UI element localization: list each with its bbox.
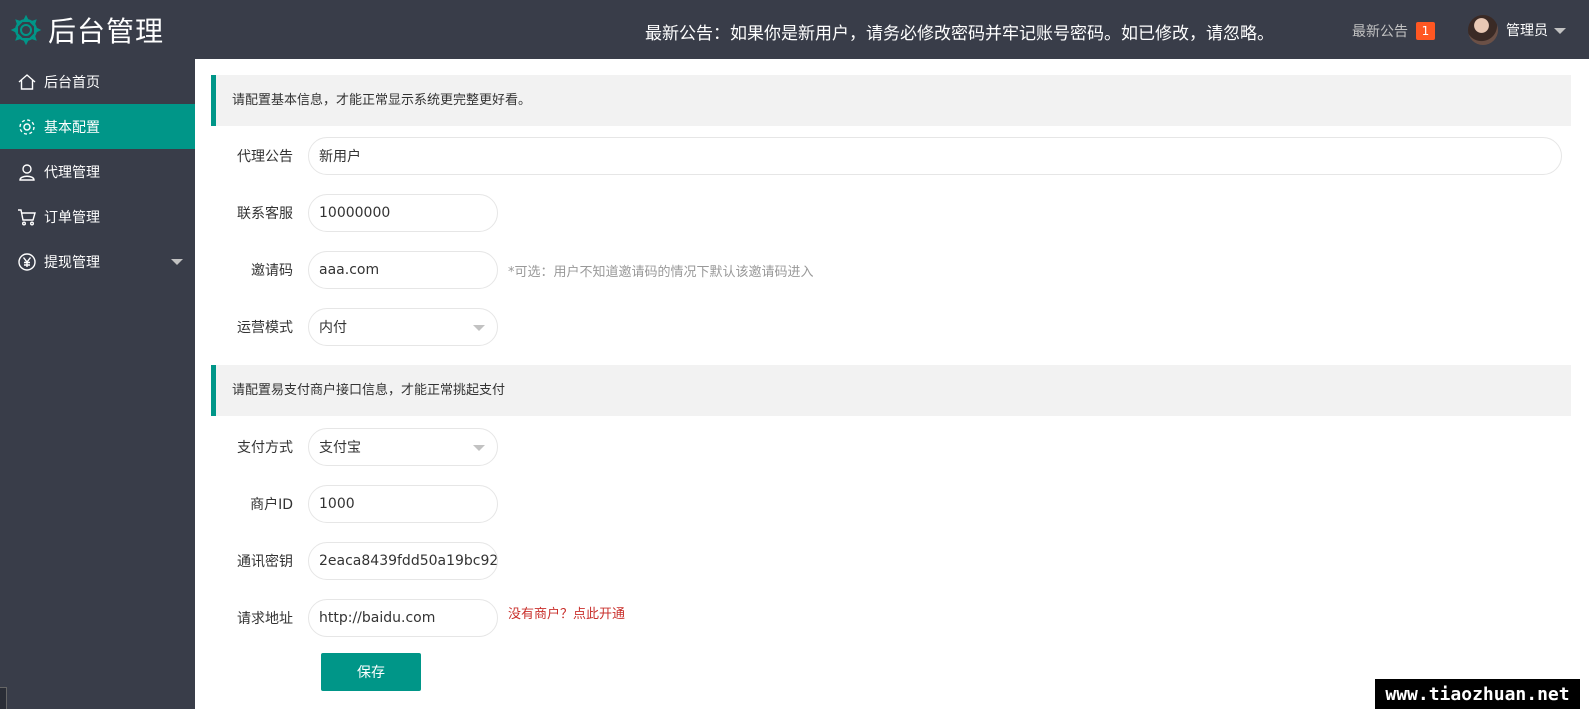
- contact-label: 联系客服: [237, 206, 293, 222]
- sidebar-item-orders[interactable]: 订单管理: [0, 194, 195, 239]
- request-url-input[interactable]: http://baidu.com: [308, 599, 498, 637]
- pay-method-label: 支付方式: [237, 440, 293, 456]
- home-icon: [17, 72, 37, 92]
- operation-mode-select[interactable]: 内付: [308, 308, 498, 346]
- merchant-id-label: 商户ID: [250, 497, 293, 513]
- invite-code-label: 邀请码: [251, 263, 293, 279]
- notice-count-badge: 1: [1416, 22, 1435, 40]
- operation-mode-label: 运营模式: [237, 320, 293, 336]
- chevron-down-icon: [171, 259, 183, 265]
- sidebar-item-label: 提现管理: [44, 254, 100, 271]
- sidebar-handle[interactable]: [0, 687, 7, 709]
- merchant-id-input[interactable]: 1000: [308, 485, 498, 523]
- chevron-down-icon: [1554, 28, 1566, 34]
- secret-key-row: 通讯密钥 2eaca8439fdd50a19bc9248b: [211, 542, 498, 580]
- yuan-icon: [17, 252, 37, 272]
- request-url-label: 请求地址: [237, 611, 293, 627]
- gear-icon: [17, 117, 37, 137]
- sidebar-item-agents[interactable]: 代理管理: [0, 149, 195, 194]
- payment-info-tip: 请配置易支付商户接口信息，才能正常挑起支付: [211, 365, 1571, 416]
- agent-notice-row: 代理公告 新用户: [211, 137, 1562, 175]
- watermark: www.tiaozhuan.net: [1375, 679, 1580, 709]
- chevron-down-icon: [473, 445, 485, 451]
- agent-notice-input[interactable]: 新用户: [308, 137, 1562, 175]
- invite-code-input[interactable]: aaa.com: [308, 251, 498, 289]
- secret-key-label: 通讯密钥: [237, 554, 293, 570]
- agent-notice-label: 代理公告: [237, 149, 293, 165]
- save-button[interactable]: 保存: [321, 653, 421, 691]
- pay-method-select[interactable]: 支付宝: [308, 428, 498, 466]
- merchant-id-row: 商户ID 1000: [211, 485, 498, 523]
- sidebar-item-withdraw[interactable]: 提现管理: [0, 239, 195, 284]
- sidebar-item-label: 订单管理: [44, 209, 100, 226]
- invite-code-hint: *可选：用户不知道邀请码的情况下默认该邀请码进入: [508, 264, 814, 280]
- operation-mode-row: 运营模式 内付: [211, 308, 498, 346]
- sidebar-item-label: 后台首页: [44, 74, 100, 91]
- sidebar-item-basic-config[interactable]: 基本配置: [0, 104, 195, 149]
- app-title: 后台管理: [48, 15, 165, 48]
- sidebar-item-label: 基本配置: [44, 119, 100, 136]
- top-header: 后台管理 最新公告：如果你是新用户，请务必修改密码并牢记账号密码。如已修改，请忽…: [0, 0, 1589, 59]
- operation-mode-value: 内付: [319, 320, 347, 336]
- cart-icon: [17, 207, 37, 227]
- avatar: [1468, 15, 1498, 45]
- sidebar: 后台首页 基本配置 代理管理 订单管理 提现管理: [0, 59, 195, 709]
- basic-info-tip: 请配置基本信息，才能正常显示系统更完整更好看。: [211, 75, 1571, 126]
- chevron-down-icon: [473, 325, 485, 331]
- user-icon: [17, 162, 37, 182]
- pay-method-value: 支付宝: [319, 440, 361, 456]
- sidebar-item-label: 代理管理: [44, 164, 100, 181]
- logo[interactable]: 后台管理: [10, 12, 164, 48]
- header-notice: 最新公告：如果你是新用户，请务必修改密码并牢记账号密码。如已修改，请忽略。: [645, 24, 1274, 44]
- request-url-row: 请求地址 http://baidu.com 没有商户？点此开通: [211, 599, 625, 637]
- invite-code-row: 邀请码 aaa.com *可选：用户不知道邀请码的情况下默认该邀请码进入: [211, 251, 814, 289]
- pay-method-row: 支付方式 支付宝: [211, 428, 498, 466]
- user-menu[interactable]: 管理员: [1468, 15, 1566, 45]
- latest-notice-link[interactable]: 最新公告 1: [1352, 21, 1435, 41]
- latest-notice-label: 最新公告: [1352, 24, 1408, 40]
- user-name: 管理员: [1506, 23, 1548, 39]
- contact-input[interactable]: 10000000: [308, 194, 498, 232]
- secret-key-input[interactable]: 2eaca8439fdd50a19bc9248b: [308, 542, 498, 580]
- open-merchant-link[interactable]: 没有商户？点此开通: [508, 603, 625, 622]
- sidebar-item-home[interactable]: 后台首页: [0, 59, 195, 104]
- gear-logo-icon: [10, 14, 42, 46]
- contact-row: 联系客服 10000000: [211, 194, 498, 232]
